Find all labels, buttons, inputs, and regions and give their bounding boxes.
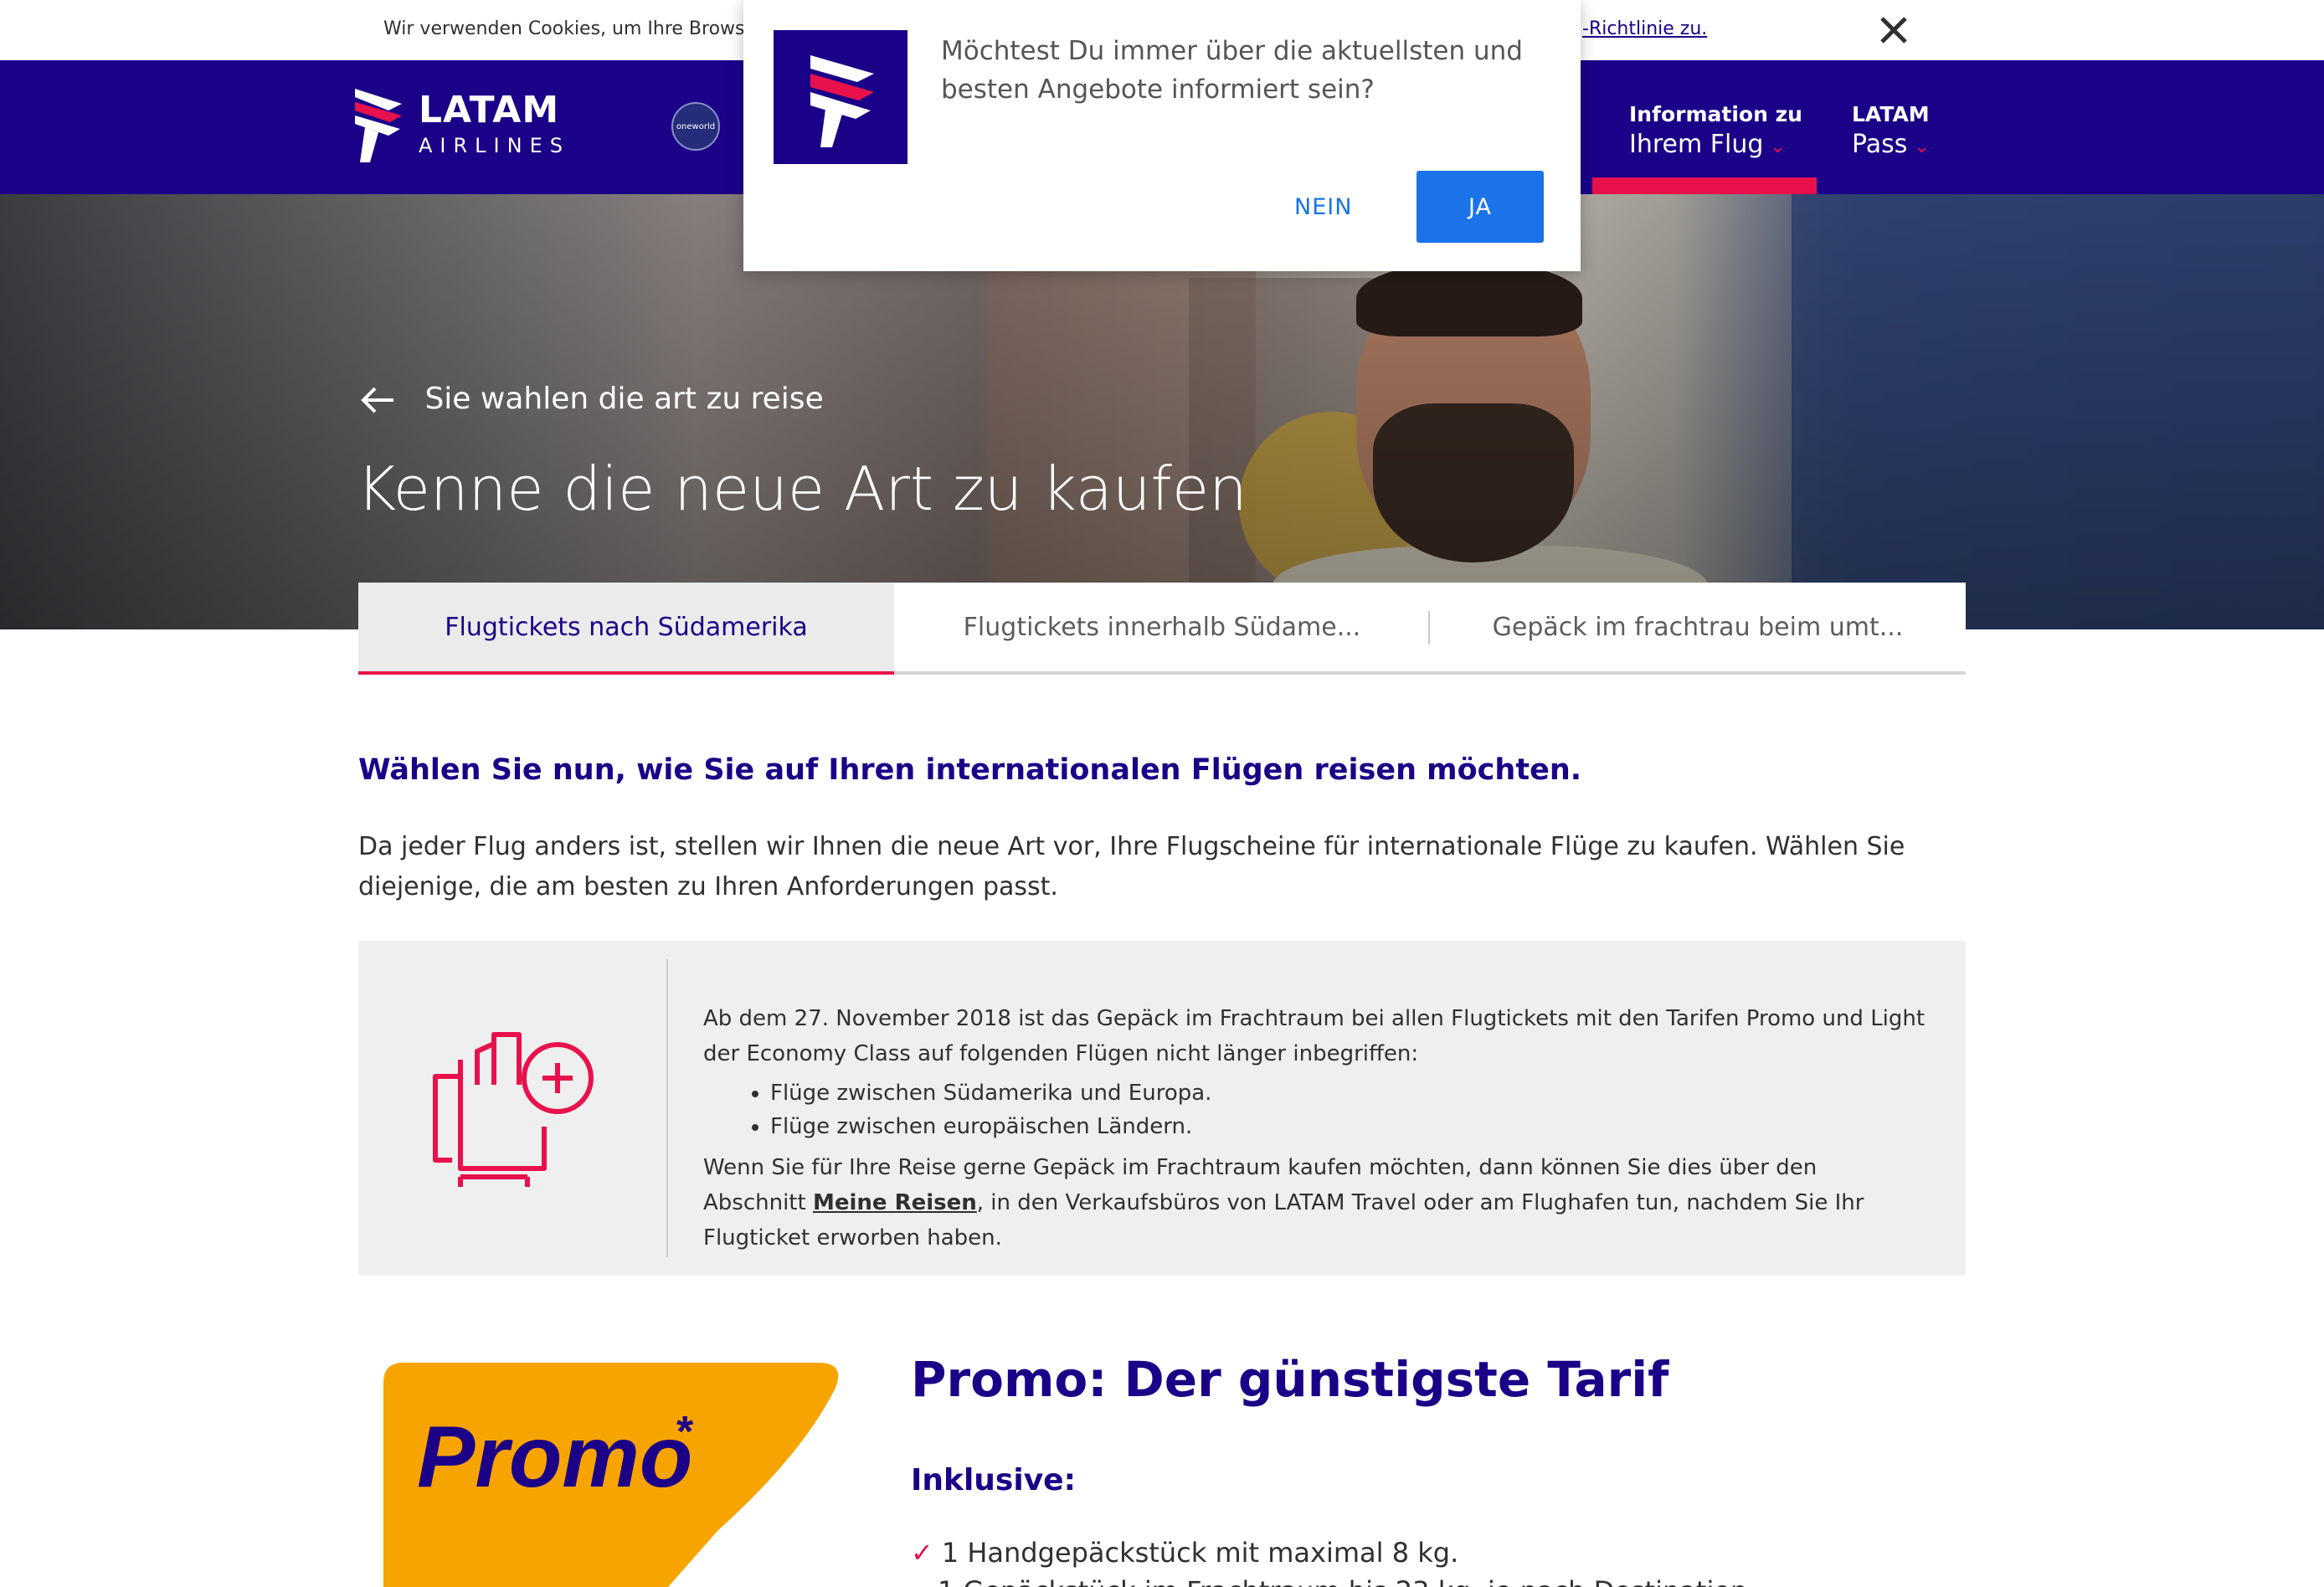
notification-prompt: Möchtest Du immer über die aktuellsten u… bbox=[743, 0, 1581, 271]
notification-message: Möchtest Du immer über die aktuellsten u… bbox=[941, 36, 1523, 105]
arrow-left-icon bbox=[361, 387, 393, 413]
nav-latam-pass[interactable]: LATAM Pass ⌄ bbox=[1852, 102, 1930, 159]
promo-title: Promo: Der günstigste Tarif bbox=[911, 1351, 1669, 1408]
chevron-down-icon: ⌄ bbox=[1770, 136, 1786, 157]
nav-pass-line2: Pass bbox=[1852, 130, 1908, 159]
tab-separator bbox=[1428, 611, 1430, 645]
section-title: Wählen Sie nun, wie Sie auf Ihren intern… bbox=[358, 753, 1582, 787]
close-icon[interactable] bbox=[1875, 12, 1912, 49]
hero-title: Kenne die neue Art zu kaufen bbox=[357, 454, 1247, 524]
logo-wordmark: LATAM bbox=[419, 89, 560, 131]
section-description: Da jeder Flug anders ist, stellen wir Ih… bbox=[358, 832, 1905, 901]
cookie-text: Wir verwenden Cookies, um Ihre Browser- bbox=[383, 18, 769, 39]
baggage-add-icon bbox=[433, 1032, 594, 1187]
latam-logo-icon bbox=[774, 30, 907, 164]
info-bullets: Flüge zwischen Südamerika und Europa. Fl… bbox=[770, 1076, 1926, 1143]
promo-subtitle: Inklusive: bbox=[911, 1463, 1076, 1497]
logo-subtitle: AIRLINES bbox=[419, 134, 570, 157]
chevron-down-icon: ⌄ bbox=[1914, 136, 1930, 157]
nav-flight-information[interactable]: Information zu Ihrem Flug ⌄ bbox=[1629, 102, 1802, 159]
oneworld-badge: oneworld bbox=[671, 102, 720, 151]
back-link-label: Sie wahlen die art zu reise bbox=[424, 382, 824, 416]
tab-south-america[interactable]: Flugtickets nach Südamerika bbox=[358, 583, 894, 675]
promo-card-label: Promo bbox=[417, 1409, 692, 1506]
back-link[interactable]: Sie wahlen die art zu reise bbox=[358, 382, 824, 416]
list-item: ✓ 1 Handgepäckstück mit maximal 8 kg. bbox=[911, 1537, 1459, 1569]
promo-fare-card: Promo * bbox=[383, 1363, 839, 1587]
tab-baggage-connection[interactable]: Gepäck im frachtrau beim umt... bbox=[1430, 583, 1966, 671]
list-item: 1 Gepäckstück im Frachtraum bis 23 kg, j… bbox=[938, 1575, 1756, 1587]
check-icon: ✓ bbox=[911, 1537, 933, 1569]
latam-logo-mark-icon bbox=[355, 89, 402, 162]
info-paragraph-2: Wenn Sie für Ihre Reise gerne Gepäck im … bbox=[703, 1155, 1864, 1251]
list-item: Flüge zwischen Südamerika und Europa. bbox=[770, 1076, 1926, 1110]
nav-info-line1: Information zu bbox=[1629, 102, 1802, 126]
cookie-policy-link[interactable]: -Richtlinie zu. bbox=[1582, 18, 1707, 39]
list-item: Flüge zwischen europäischen Ländern. bbox=[770, 1110, 1926, 1143]
info-paragraph-1: Ab dem 27. November 2018 ist das Gepäck … bbox=[703, 1006, 1926, 1066]
my-trips-link[interactable]: Meine Reisen bbox=[813, 1190, 977, 1215]
decline-button[interactable]: NEIN bbox=[1269, 171, 1377, 243]
accept-button[interactable]: JA bbox=[1417, 171, 1544, 243]
promo-card-star: * bbox=[676, 1408, 694, 1456]
baggage-info-box: Ab dem 27. November 2018 ist das Gepäck … bbox=[358, 941, 1966, 1276]
nav-pass-line1: LATAM bbox=[1852, 102, 1930, 126]
latam-logo[interactable]: LATAM AIRLINES bbox=[352, 85, 620, 169]
fare-tabs: Flugtickets nach Südamerika Flugtickets … bbox=[358, 583, 1966, 675]
info-content: Ab dem 27. November 2018 ist das Gepäck … bbox=[703, 1001, 1926, 1256]
tab-within-south-america[interactable]: Flugtickets innerhalb Südame... bbox=[894, 583, 1430, 671]
info-divider bbox=[666, 959, 668, 1257]
nav-info-line2: Ihrem Flug bbox=[1629, 130, 1764, 159]
nav-active-indicator bbox=[1592, 177, 1817, 194]
